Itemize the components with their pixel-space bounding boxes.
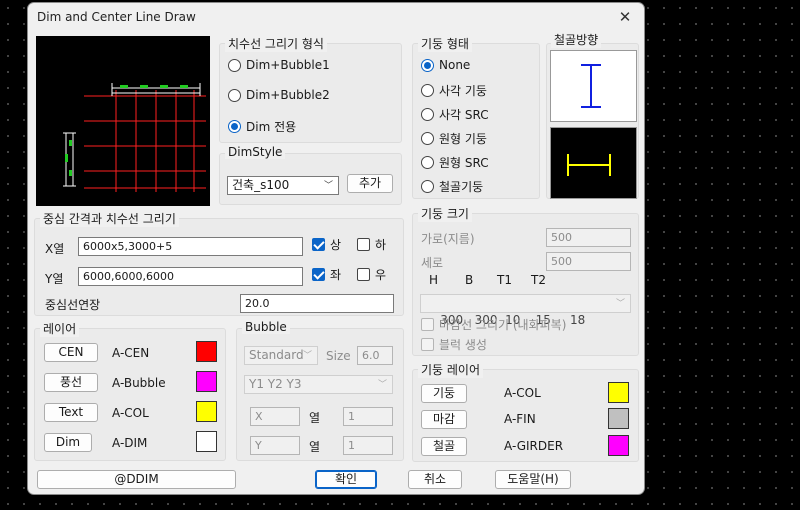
layer-bubble-color[interactable] — [196, 371, 217, 392]
window-title: Dim and Center Line Draw — [37, 10, 196, 24]
y-spacing-input[interactable]: 6000,6000,6000 — [78, 267, 303, 286]
block-create-checkbox[interactable]: 블럭 생성 — [421, 336, 487, 353]
grid-preview-drawing — [63, 83, 206, 192]
steel-horizontal-option[interactable] — [550, 127, 637, 199]
layer-bubble-name: A-Bubble — [112, 376, 166, 390]
header-h: H — [429, 273, 439, 287]
ddim-button[interactable]: @DDIM — [37, 470, 236, 489]
bubble-size-label: Size — [326, 349, 351, 363]
y-row-label: Y열 — [45, 272, 64, 286]
ok-button[interactable]: 확인 — [315, 470, 377, 489]
x-spacing-input[interactable]: 6000x5,3000+5 — [78, 237, 303, 256]
height-input[interactable]: 500 — [546, 252, 631, 271]
i-beam-vertical-icon — [581, 64, 601, 108]
column-size-group-title: 기둥 크기 — [418, 205, 472, 222]
header-t2: T2 — [531, 273, 546, 287]
dimstyle-add-button[interactable]: 추가 — [347, 174, 393, 193]
layer-text-name: A-COL — [112, 406, 149, 420]
layer-cen-name: A-CEN — [112, 346, 150, 360]
help-button[interactable]: 도움말(H) — [495, 470, 571, 489]
column-layer-girder-button[interactable]: 철골 — [421, 437, 467, 456]
chevron-down-icon: ﹀ — [615, 299, 625, 309]
profile-select[interactable]: 300 300 10 15 18 ﹀ — [420, 294, 631, 327]
layer-dim-color[interactable] — [196, 431, 217, 452]
bubble-x-col-label: 열 — [309, 411, 321, 425]
radio-column-round-src[interactable]: 원형 SRC — [421, 154, 489, 171]
layer-dim-button[interactable]: Dim — [44, 433, 92, 452]
radio-column-square[interactable]: 사각 기둥 — [421, 82, 487, 99]
header-b: B — [465, 273, 474, 287]
y-right-checkbox[interactable]: 우 — [357, 266, 386, 283]
bubble-size-input[interactable]: 6.0 — [357, 346, 393, 365]
layer-cen-button[interactable]: CEN — [44, 343, 98, 362]
bubble-y-count[interactable]: 1 — [343, 436, 393, 455]
radio-column-round[interactable]: 원형 기둥 — [421, 130, 487, 147]
column-layer-fin-name: A-FIN — [504, 412, 536, 426]
layer-text-color[interactable] — [196, 401, 217, 422]
finish-line-checkbox[interactable]: 마감선 그리기 (내화피복) — [421, 316, 566, 333]
x-row-label: X열 — [45, 242, 65, 256]
layer-cen-color[interactable] — [196, 341, 217, 362]
dimstyle-select[interactable]: 건축_s100 ﹀ — [227, 176, 339, 195]
layer-text-button[interactable]: Text — [44, 403, 98, 422]
chevron-down-icon: ﹀ — [302, 351, 312, 361]
width-input[interactable]: 500 — [546, 228, 631, 247]
bubble-x-count[interactable]: 1 — [343, 407, 393, 426]
chevron-down-icon: ﹀ — [377, 380, 387, 390]
column-layer-group-title: 기둥 레이어 — [418, 361, 484, 378]
i-beam-horizontal-icon — [567, 154, 611, 176]
column-layer-fin-color[interactable] — [608, 408, 629, 429]
layer-dim-name: A-DIM — [112, 436, 148, 450]
close-icon[interactable]: ✕ — [614, 6, 636, 28]
steel-direction-group-title: 철골방향 — [551, 31, 602, 48]
x-bottom-checkbox[interactable]: 하 — [357, 236, 386, 253]
bubble-x-field[interactable]: X — [250, 407, 300, 426]
extension-label: 중심선연장 — [45, 298, 101, 312]
dimstyle-group-title: DimStyle — [225, 145, 286, 159]
steel-vertical-option[interactable] — [550, 50, 637, 122]
center-spacing-group-title: 중심 간격과 치수선 그리기 — [40, 210, 179, 227]
column-layer-girder-color[interactable] — [608, 435, 629, 456]
bubble-style-select[interactable]: Standard ﹀ — [244, 346, 318, 365]
column-layer-col-name: A-COL — [504, 386, 541, 400]
cancel-button[interactable]: 취소 — [408, 470, 462, 489]
radio-dim-bubble2[interactable]: Dim+Bubble2 — [228, 88, 330, 102]
height-label: 세로 — [421, 256, 444, 270]
bubble-group-title: Bubble — [242, 320, 290, 334]
width-label: 가로(지름) — [421, 232, 475, 246]
radio-dim-only[interactable]: Dim 전용 — [228, 118, 296, 135]
column-layer-fin-button[interactable]: 마감 — [421, 410, 467, 429]
radio-dim-bubble1[interactable]: Dim+Bubble1 — [228, 58, 330, 72]
dialog: Dim and Center Line Draw ✕ 치수선 그리기 형식 Di… — [27, 2, 645, 495]
layer-bubble-button[interactable]: 풍선 — [44, 373, 98, 392]
header-t1: T1 — [497, 273, 512, 287]
bubble-labels-select[interactable]: Y1 Y2 Y3 ﹀ — [244, 375, 393, 394]
grid-preview — [36, 36, 210, 206]
radio-column-square-src[interactable]: 사각 SRC — [421, 106, 489, 123]
chevron-down-icon: ﹀ — [323, 181, 333, 191]
y-left-checkbox[interactable]: 좌 — [312, 266, 341, 283]
extension-input[interactable]: 20.0 — [240, 294, 394, 313]
column-type-group-title: 기둥 형태 — [418, 35, 472, 52]
column-layer-col-button[interactable]: 기둥 — [421, 384, 467, 403]
radio-column-steel[interactable]: 철골기둥 — [421, 178, 483, 195]
bubble-y-field[interactable]: Y — [250, 436, 300, 455]
layer-group-title: 레이어 — [40, 320, 80, 337]
x-top-checkbox[interactable]: 상 — [312, 236, 341, 253]
column-layer-col-color[interactable] — [608, 382, 629, 403]
bubble-y-col-label: 열 — [309, 440, 321, 454]
column-layer-girder-name: A-GIRDER — [504, 439, 564, 453]
title-bar: Dim and Center Line Draw ✕ — [28, 3, 644, 31]
dim-style-group-title: 치수선 그리기 형식 — [225, 35, 327, 52]
radio-column-none[interactable]: None — [421, 58, 470, 72]
